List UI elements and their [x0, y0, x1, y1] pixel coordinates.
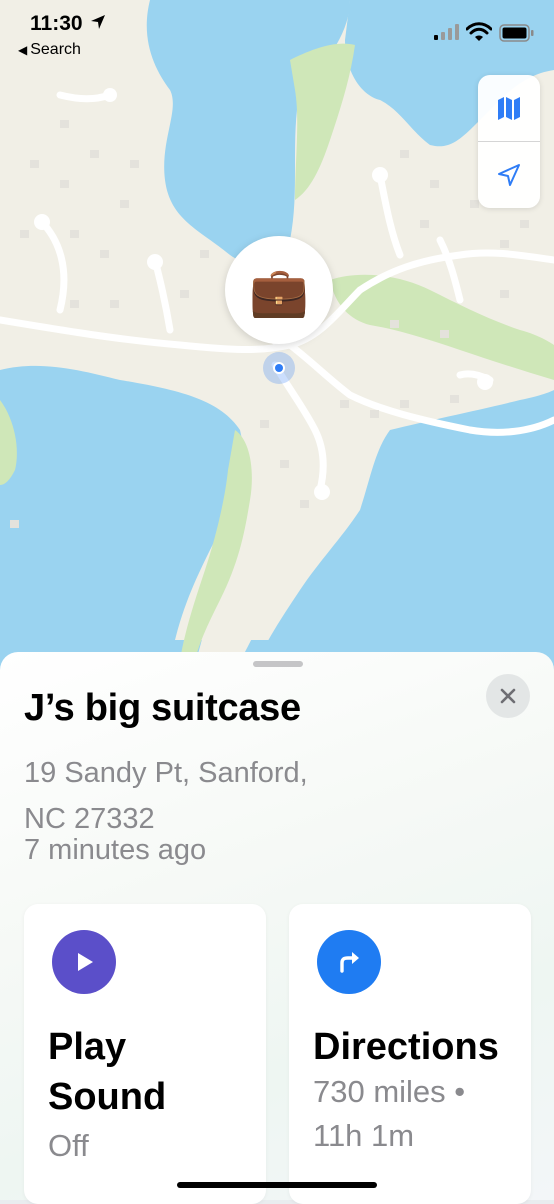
- back-label: Search: [30, 41, 81, 58]
- battery-icon: [499, 24, 534, 42]
- directions-distance: 730 miles •: [313, 1074, 466, 1109]
- status-bar: 11:30 ◀ Search: [0, 0, 554, 70]
- play-sound-label-line-1: Play: [48, 1026, 127, 1068]
- close-icon: [500, 688, 516, 704]
- address-line-1: 19 Sandy Pt, Sanford,: [24, 757, 308, 789]
- map-icon: [498, 97, 520, 120]
- location-services-icon: [91, 15, 105, 29]
- play-sound-status: Off: [48, 1128, 89, 1163]
- play-sound-label-line-2: Sound: [48, 1076, 167, 1118]
- track-location-button[interactable]: [478, 142, 540, 208]
- sheet-grabber[interactable]: [253, 661, 303, 667]
- item-name: J’s big suitcase: [24, 687, 301, 729]
- home-indicator[interactable]: [177, 1182, 377, 1188]
- directions-label: Directions: [313, 1026, 499, 1068]
- last-seen-time: 7 minutes ago: [24, 834, 207, 866]
- location-arrow-icon: [498, 164, 520, 186]
- item-address: 19 Sandy Pt, Sanford, NC 27332: [24, 750, 404, 842]
- directions-circle: [317, 930, 381, 994]
- map-controls: [478, 75, 540, 208]
- cellular-signal-icon: [434, 24, 459, 40]
- wifi-icon: [466, 22, 492, 41]
- play-sound-circle: [52, 930, 116, 994]
- status-time: 11:30: [30, 12, 83, 35]
- play-sound-label: Play Sound: [48, 1022, 166, 1122]
- map-mode-button[interactable]: [478, 75, 540, 141]
- directions-card[interactable]: Directions 730 miles • 11h 1m: [289, 904, 531, 1204]
- back-to-search[interactable]: ◀ Search: [18, 41, 81, 59]
- suitcase-emoji: 💼: [249, 266, 309, 319]
- turn-right-arrow-icon: [340, 952, 359, 973]
- play-icon: [78, 953, 93, 971]
- close-button[interactable]: [486, 674, 530, 718]
- map-view[interactable]: 💼: [0, 0, 554, 680]
- play-sound-card[interactable]: Play Sound Off: [24, 904, 266, 1204]
- directions-duration: 11h 1m: [313, 1118, 415, 1153]
- back-chevron-icon: ◀: [18, 43, 28, 57]
- item-detail-sheet: J’s big suitcase 19 Sandy Pt, Sanford, N…: [0, 652, 554, 1204]
